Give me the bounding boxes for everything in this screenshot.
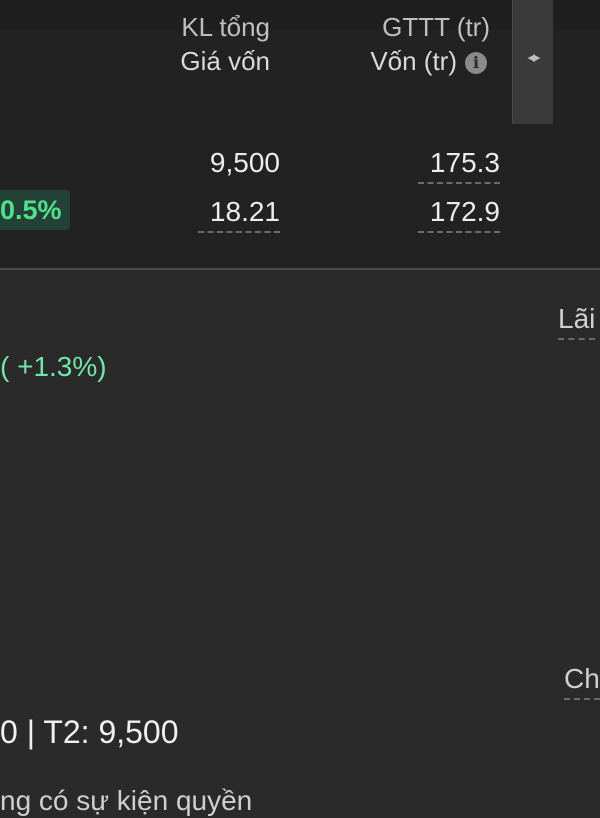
header-gttt: GTTT (tr) — [382, 12, 490, 42]
info-icon[interactable]: i — [465, 52, 487, 74]
change-percent-badge: 0.5% — [0, 190, 70, 230]
t2-quantity-text: 0 | T2: 9,500 — [0, 714, 179, 750]
header-von: Vốn (tr) — [370, 46, 457, 76]
column-scroll-handle[interactable]: ◂▸ — [512, 0, 553, 124]
header-kl-tong: KL tổng — [181, 12, 270, 42]
cell-kl-tong: 9,500 — [209, 147, 280, 178]
header-gia-von: Giá vốn — [180, 46, 270, 76]
holdings-table-panel — [0, 0, 600, 268]
left-right-arrows-icon: ◂▸ — [527, 49, 540, 66]
ch-label[interactable]: Ch — [564, 662, 600, 700]
rights-event-text: ng có sự kiện quyền — [0, 785, 253, 816]
cell-von[interactable]: 172.9 — [418, 195, 500, 233]
top-bar — [0, 0, 600, 30]
cell-gttt[interactable]: 175.3 — [418, 146, 500, 184]
cell-gia-von[interactable]: 18.21 — [198, 195, 280, 233]
partial-value-text: ) — [0, 420, 1, 454]
profit-change-text: ( +1.3%) — [0, 351, 107, 382]
lai-label[interactable]: Lãi — [558, 302, 596, 340]
section-divider — [0, 268, 600, 270]
